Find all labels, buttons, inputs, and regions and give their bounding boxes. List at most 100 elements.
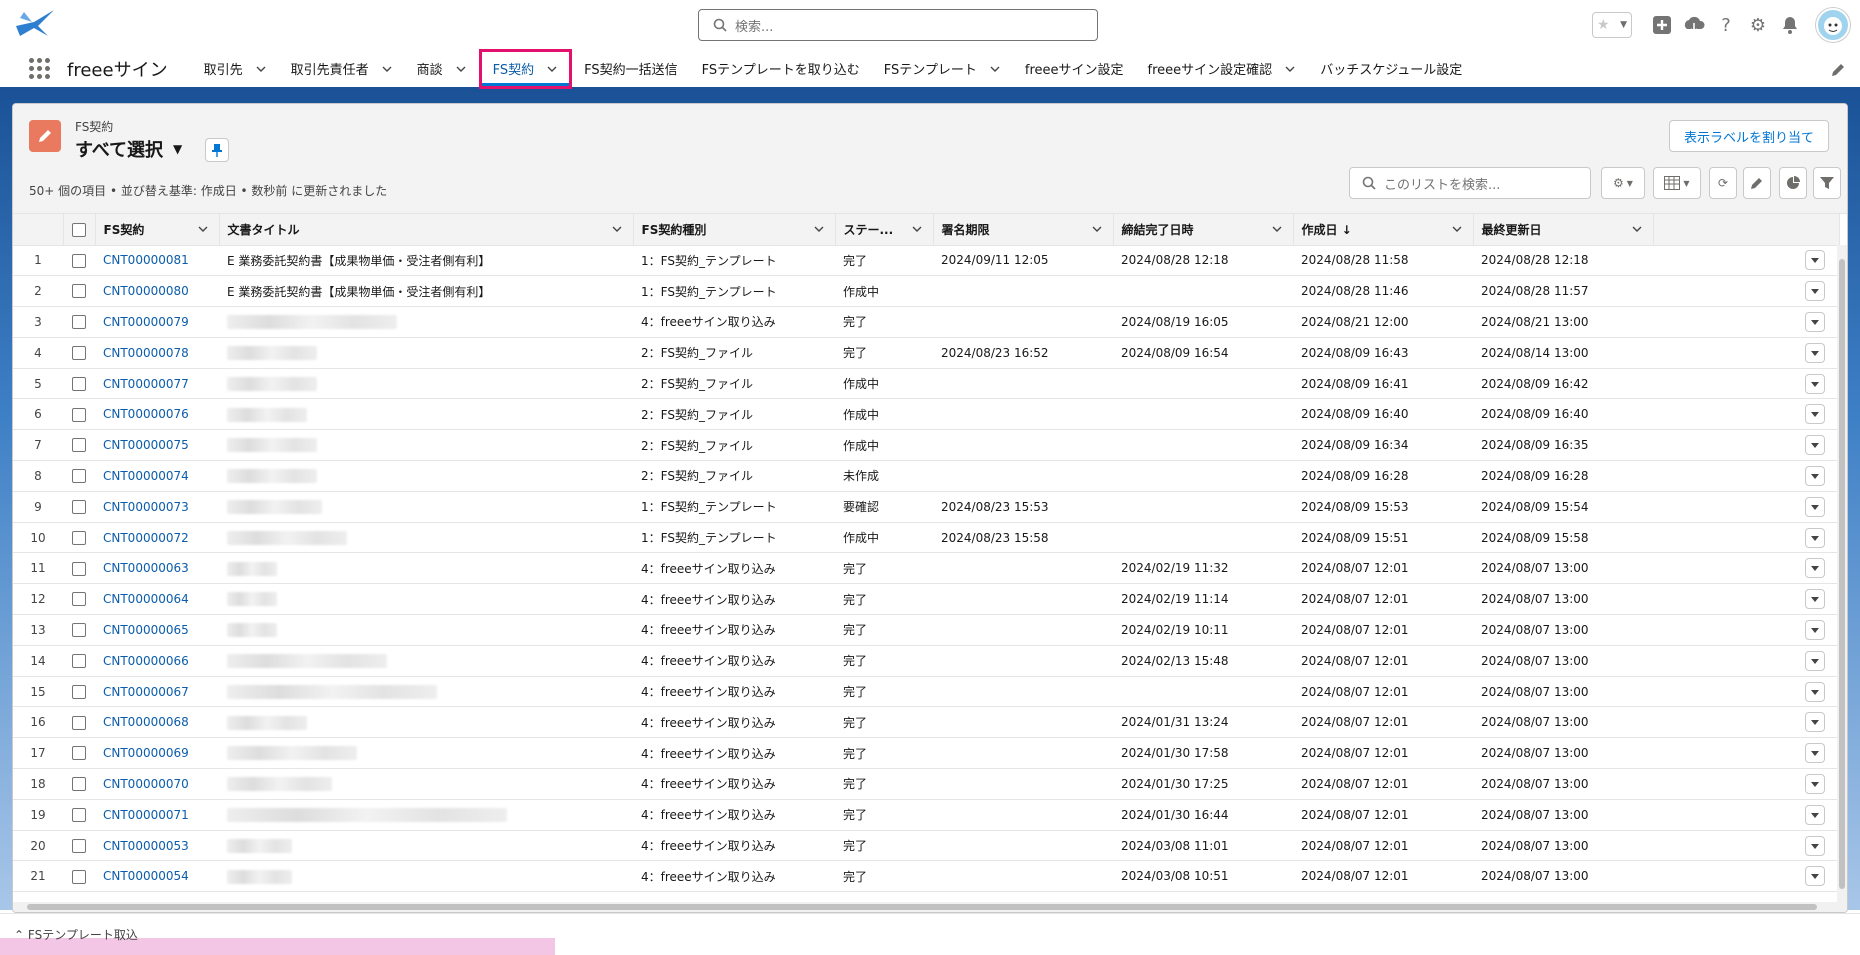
table-row[interactable]: 12 CNT00000064 4：freeeサイン取り込み 完了 2024/02/19 …	[13, 583, 1839, 616]
charts-icon[interactable]	[1779, 167, 1807, 199]
row-checkbox[interactable]	[72, 592, 86, 607]
contract-id-link[interactable]: CNT00000077	[103, 377, 189, 391]
row-checkbox[interactable]	[72, 530, 86, 545]
column-header-7[interactable]: 最終更新日	[1473, 214, 1654, 246]
contract-id-link[interactable]: CNT00000066	[103, 654, 189, 668]
nav-item-4[interactable]: FS契約一括送信	[572, 49, 690, 89]
row-action-menu-icon[interactable]	[1805, 773, 1825, 794]
contract-id-link[interactable]: CNT00000063	[103, 561, 189, 575]
contract-id-link[interactable]: CNT00000076	[103, 407, 189, 421]
table-row[interactable]: 9 CNT00000073 1：FS契約_テンプレート 要確認 2024/08/23 1…	[13, 491, 1839, 523]
chevron-down-icon[interactable]	[546, 63, 558, 75]
table-row[interactable]: 10 CNT00000072 1：FS契約_テンプレート 作成中 2024/08/23 …	[13, 522, 1839, 554]
nav-item-5[interactable]: FSテンプレートを取り込む	[690, 49, 872, 89]
column-header-5[interactable]: 締結完了日時	[1113, 214, 1294, 246]
column-menu-chevron-icon[interactable]	[1271, 223, 1283, 235]
table-row[interactable]: 1 CNT00000081 E 業務委託契約書【成果物単価・受注者側有利】 1：FS契…	[13, 245, 1839, 277]
row-checkbox[interactable]	[72, 438, 86, 453]
table-row[interactable]: 8 CNT00000074 2：FS契約_ファイル 未作成 2024/08/09 16:…	[13, 460, 1839, 492]
column-header-4[interactable]: 署名期限	[933, 214, 1114, 246]
filter-icon[interactable]	[1813, 167, 1841, 199]
table-row[interactable]: 7 CNT00000075 2：FS契約_ファイル 作成中 2024/08/09 16:…	[13, 429, 1839, 462]
column-header-2[interactable]: FS契約種別	[633, 214, 836, 246]
contract-id-link[interactable]: CNT00000070	[103, 777, 189, 791]
row-action-menu-icon[interactable]	[1805, 311, 1825, 332]
row-action-menu-icon[interactable]	[1805, 558, 1825, 579]
row-checkbox[interactable]	[72, 407, 86, 422]
column-menu-chevron-icon[interactable]	[197, 223, 209, 235]
row-action-menu-icon[interactable]	[1805, 527, 1825, 548]
list-view-picker[interactable]: すべて選択 ▼	[75, 136, 182, 162]
contract-id-link[interactable]: CNT00000079	[103, 315, 189, 329]
row-action-menu-icon[interactable]	[1805, 281, 1825, 302]
contract-id-link[interactable]: CNT00000075	[103, 438, 189, 452]
refresh-icon[interactable]: ⟳	[1709, 167, 1737, 199]
row-checkbox[interactable]	[72, 253, 86, 268]
contract-id-link[interactable]: CNT00000054	[103, 869, 189, 883]
nav-item-0[interactable]: 取引先	[192, 49, 279, 89]
table-row[interactable]: 14 CNT00000066 4：freeeサイン取り込み 完了 2024/02/13 …	[13, 645, 1839, 677]
freee-sign-logo[interactable]	[14, 6, 56, 40]
row-action-menu-icon[interactable]	[1805, 465, 1825, 486]
add-icon[interactable]	[1650, 13, 1674, 37]
table-row[interactable]: 5 CNT00000077 2：FS契約_ファイル 作成中 2024/08/09 16:…	[13, 368, 1839, 400]
contract-id-link[interactable]: CNT00000064	[103, 592, 189, 606]
column-menu-chevron-icon[interactable]	[1631, 223, 1643, 235]
column-menu-chevron-icon[interactable]	[1451, 223, 1463, 235]
chevron-down-icon[interactable]	[989, 63, 1001, 75]
nav-item-3[interactable]: FS契約	[478, 48, 573, 89]
column-header-0[interactable]: FS契約	[95, 214, 220, 246]
chevron-down-icon[interactable]	[381, 63, 393, 75]
row-checkbox[interactable]	[72, 500, 86, 515]
contract-id-link[interactable]: CNT00000068	[103, 715, 189, 729]
table-row[interactable]: 20 CNT00000053 4：freeeサイン取り込み 完了 2024/03/08 …	[13, 830, 1839, 862]
contract-id-link[interactable]: CNT00000078	[103, 346, 189, 360]
nav-item-2[interactable]: 商談	[405, 49, 479, 89]
column-menu-chevron-icon[interactable]	[911, 223, 923, 235]
vertical-scrollbar[interactable]	[1837, 245, 1847, 904]
pin-list-view-icon[interactable]	[205, 138, 229, 162]
row-checkbox[interactable]	[72, 746, 86, 761]
row-action-menu-icon[interactable]	[1805, 435, 1825, 456]
column-menu-chevron-icon[interactable]	[813, 223, 825, 235]
contract-id-link[interactable]: CNT00000069	[103, 746, 189, 760]
notification-bell-icon[interactable]	[1778, 13, 1802, 37]
row-checkbox[interactable]	[72, 284, 86, 299]
row-checkbox[interactable]	[72, 807, 86, 822]
chevron-down-icon[interactable]	[1284, 63, 1296, 75]
row-checkbox[interactable]	[72, 623, 86, 638]
inline-edit-pencil-icon[interactable]	[1743, 167, 1771, 199]
row-checkbox[interactable]	[72, 315, 86, 330]
column-menu-chevron-icon[interactable]	[1091, 223, 1103, 235]
row-checkbox[interactable]	[72, 684, 86, 699]
table-row[interactable]: 13 CNT00000065 4：freeeサイン取り込み 完了 2024/02/19 …	[13, 614, 1839, 646]
row-checkbox[interactable]	[72, 346, 86, 361]
row-action-menu-icon[interactable]	[1805, 373, 1825, 394]
table-row[interactable]: 6 CNT00000076 2：FS契約_ファイル 作成中 2024/08/09 16:…	[13, 398, 1839, 431]
chevron-down-icon[interactable]	[255, 63, 267, 75]
contract-id-link[interactable]: CNT00000074	[103, 469, 189, 483]
contract-id-link[interactable]: CNT00000073	[103, 500, 189, 514]
select-all-checkbox[interactable]	[72, 222, 86, 237]
help-icon[interactable]: ?	[1714, 13, 1738, 37]
setup-gear-icon[interactable]: ⚙	[1746, 13, 1770, 37]
row-checkbox[interactable]	[72, 654, 86, 668]
column-menu-chevron-icon[interactable]	[611, 223, 623, 235]
row-checkbox[interactable]	[72, 469, 86, 484]
nav-item-9[interactable]: バッチスケジュール設定	[1308, 49, 1474, 89]
row-action-menu-icon[interactable]	[1805, 804, 1825, 825]
row-action-menu-icon[interactable]	[1805, 619, 1825, 640]
contract-id-link[interactable]: CNT00000081	[103, 253, 189, 267]
table-row[interactable]: 15 CNT00000067 4：freeeサイン取り込み 完了 2024/08/07 …	[13, 676, 1839, 708]
trailhead-icon[interactable]	[1682, 13, 1706, 37]
list-search-input[interactable]: このリストを検索...	[1349, 167, 1591, 199]
contract-id-link[interactable]: CNT00000071	[103, 808, 189, 822]
table-row[interactable]: 3 CNT00000079 4：freeeサイン取り込み 完了 2024/08/19 1…	[13, 306, 1839, 338]
row-action-menu-icon[interactable]	[1805, 835, 1825, 856]
row-action-menu-icon[interactable]	[1805, 712, 1825, 733]
row-action-menu-icon[interactable]	[1805, 404, 1825, 425]
row-action-menu-icon[interactable]	[1805, 650, 1825, 671]
display-as-table-icon[interactable]: ▼	[1653, 167, 1701, 199]
global-search-input[interactable]: 検索...	[698, 9, 1098, 41]
utility-item-template-import[interactable]: ⌃ FSテンプレート取込	[14, 926, 138, 943]
